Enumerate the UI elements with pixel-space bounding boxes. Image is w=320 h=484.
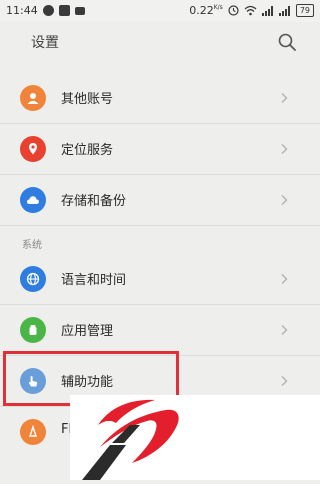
status-time: 11:44 — [6, 4, 38, 17]
location-icon — [20, 136, 46, 162]
settings-item-label: 存储和备份 — [61, 194, 127, 209]
section-header-system: 系统 — [22, 240, 42, 251]
settings-item-app-management[interactable]: 应用管理 — [0, 305, 320, 356]
cloud-icon — [20, 187, 46, 213]
apps-icon — [20, 317, 46, 343]
settings-item-storage-backup[interactable]: 存储和备份 — [0, 175, 320, 226]
battery-icon: 79 — [295, 4, 314, 17]
signal-icon-1 — [261, 5, 273, 16]
header: 设置 — [0, 22, 320, 62]
chevron-right-icon — [281, 274, 288, 284]
search-icon[interactable] — [276, 31, 298, 53]
settings-item-label: 辅助功能 — [61, 375, 114, 390]
status-right: 0.22K/s 79 — [189, 4, 314, 17]
settings-item-label: 定位服务 — [61, 143, 114, 158]
chevron-right-icon — [281, 376, 288, 386]
account-icon — [20, 85, 46, 111]
settings-item-language-time[interactable]: 语言和时间 — [0, 254, 320, 305]
chevron-right-icon — [281, 144, 288, 154]
status-left: 11:44 — [6, 4, 85, 17]
chat-notification-icon — [42, 5, 54, 16]
logo-icon — [82, 399, 179, 480]
chevron-right-icon — [281, 325, 288, 335]
watermark-logo — [70, 395, 320, 480]
data-rate-value: 0.22 — [189, 4, 214, 17]
chevron-right-icon — [281, 93, 288, 103]
battery-level: 79 — [299, 6, 310, 15]
settings-item-other-accounts[interactable]: 其他账号 — [0, 73, 320, 124]
settings-item-label: 应用管理 — [61, 324, 114, 339]
hand-icon — [20, 368, 46, 394]
flyme-icon — [20, 419, 46, 445]
wifi-icon — [244, 5, 257, 16]
settings-item-label: 其他账号 — [61, 92, 114, 107]
settings-item-label: 语言和时间 — [61, 273, 127, 288]
settings-item-location[interactable]: 定位服务 — [0, 124, 320, 175]
mail-notification-icon — [58, 5, 70, 16]
chevron-right-icon — [281, 195, 288, 205]
alarm-icon — [228, 5, 239, 16]
signal-icon-2 — [278, 5, 290, 16]
status-bar: 11:44 0.22K/s 79 — [0, 0, 320, 22]
video-notification-icon — [74, 6, 85, 15]
settings-list-accounts: 其他账号 定位服务 存储和备份 — [0, 73, 320, 226]
data-rate-unit: K/s — [213, 4, 223, 11]
page-title: 设置 — [31, 35, 59, 51]
globe-icon — [20, 266, 46, 292]
data-rate: 0.22K/s — [189, 4, 223, 17]
